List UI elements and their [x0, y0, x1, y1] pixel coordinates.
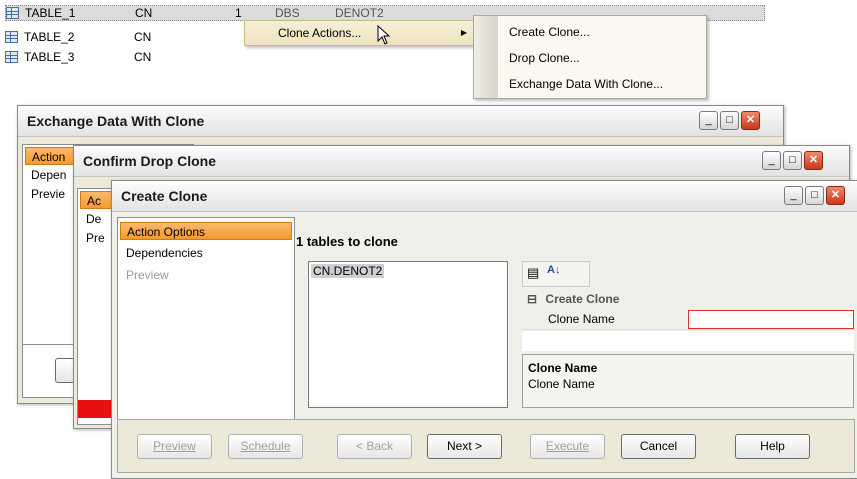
window-title: Create Clone — [121, 188, 208, 204]
title-bar[interactable]: Confirm Drop Clone _ □ ✕ — [74, 146, 849, 177]
table-icon — [5, 31, 18, 43]
button-label: Next > — [446, 439, 482, 453]
description-text: Clone Name — [528, 377, 595, 391]
nav-label: Action — [32, 150, 66, 164]
menu-item-drop-clone[interactable]: Drop Clone... — [474, 47, 706, 69]
table-schema: CN — [134, 30, 152, 44]
cancel-button[interactable]: Cancel — [621, 434, 696, 459]
menu-item-create-clone[interactable]: Create Clone... — [474, 21, 706, 43]
mouse-cursor-icon — [377, 25, 391, 45]
button-label: Cancel — [639, 439, 678, 453]
minimize-icon[interactable]: _ — [784, 186, 803, 205]
property-description: Clone Name Clone Name — [522, 354, 854, 408]
menu-item-clone-actions[interactable]: Clone Actions... ▶ — [245, 22, 473, 44]
submenu-arrow-icon: ▶ — [460, 28, 467, 37]
menu-item-label: Create Clone... — [509, 25, 590, 39]
minimize-icon[interactable]: _ — [699, 111, 718, 130]
maximize-icon[interactable]: □ — [720, 111, 739, 130]
property-empty-row — [522, 331, 854, 351]
table-name: TABLE_3 — [24, 50, 75, 64]
maximize-icon[interactable]: □ — [805, 186, 824, 205]
table-name: TABLE_1 — [25, 6, 76, 20]
button-label: Execute — [545, 439, 590, 453]
table-name: TABLE_2 — [24, 30, 75, 44]
description-title: Clone Name — [528, 361, 598, 375]
table-schema: CN — [135, 6, 153, 20]
property-grid-toolbar: ▤ A↓ — [522, 261, 590, 287]
table-cell: 1 — [235, 6, 242, 20]
maximize-icon[interactable]: □ — [783, 151, 802, 170]
context-menu: Clone Actions... ▶ — [244, 20, 474, 46]
title-bar[interactable]: Exchange Data With Clone _ □ ✕ — [18, 106, 783, 137]
nav-item-dependencies[interactable]: Dependencies — [120, 244, 292, 262]
execute-button[interactable]: Execute — [530, 434, 605, 459]
menu-item-label: Exchange Data With Clone... — [509, 77, 664, 91]
page-heading: 1 tables to clone — [296, 234, 398, 249]
property-row: Clone Name — [522, 310, 854, 330]
preview-button[interactable]: Preview — [137, 434, 212, 459]
sort-alpha-icon[interactable]: A↓ — [547, 264, 560, 276]
nav-label: Previe — [31, 187, 66, 201]
tables-list[interactable]: CN.DENOT2 — [308, 261, 508, 408]
menu-item-label: Clone Actions... — [278, 26, 362, 40]
nav-panel: Action Options Dependencies Preview — [117, 217, 295, 437]
minimize-icon[interactable]: _ — [762, 151, 781, 170]
menu-item-label: Drop Clone... — [509, 51, 580, 65]
button-label: < Back — [355, 439, 394, 453]
nav-label: Depen — [31, 168, 67, 182]
categorized-icon[interactable]: ▤ — [527, 265, 541, 281]
next-button[interactable]: Next > — [427, 434, 502, 459]
close-icon[interactable]: ✕ — [741, 111, 760, 130]
schedule-button[interactable]: Schedule — [228, 434, 303, 459]
table-cell: DBS — [275, 6, 300, 20]
back-button[interactable]: < Back — [337, 434, 412, 459]
menu-item-exchange-data[interactable]: Exchange Data With Clone... — [474, 73, 706, 95]
table-icon — [5, 51, 18, 63]
table-schema: CN — [134, 50, 152, 64]
help-button[interactable]: Help — [735, 434, 810, 459]
list-item[interactable]: CN.DENOT2 — [311, 264, 385, 278]
close-icon[interactable]: ✕ — [826, 186, 845, 205]
property-label: Clone Name — [548, 312, 615, 326]
clone-name-input[interactable] — [688, 310, 854, 329]
nav-label: De — [86, 212, 102, 226]
button-label: Help — [760, 439, 785, 453]
window-title: Confirm Drop Clone — [83, 153, 216, 169]
nav-label: Preview — [126, 268, 169, 282]
nav-label: Pre — [86, 231, 105, 245]
button-label: Schedule — [240, 439, 291, 453]
nav-label: Action Options — [127, 225, 206, 239]
property-group-header[interactable]: ⊟ Create Clone — [527, 292, 619, 306]
property-group-label: Create Clone — [545, 292, 620, 306]
table-icon — [6, 7, 19, 19]
window-title: Exchange Data With Clone — [27, 113, 205, 129]
title-bar[interactable]: Create Clone _ □ ✕ — [112, 181, 857, 212]
button-label: Preview — [153, 439, 196, 453]
nav-label: Ac — [87, 194, 102, 208]
nav-item-action-options[interactable]: Action Options — [120, 222, 292, 240]
create-clone-window: Create Clone _ □ ✕ Action Options Depend… — [111, 180, 857, 479]
button-bar: Preview Schedule < Back Next > Execute C… — [117, 419, 855, 473]
nav-label: Dependencies — [126, 246, 203, 260]
collapse-icon[interactable]: ⊟ — [527, 292, 537, 306]
nav-item-preview: Preview — [120, 266, 292, 284]
clone-submenu: Create Clone... Drop Clone... Exchange D… — [473, 15, 707, 99]
close-icon[interactable]: ✕ — [804, 151, 823, 170]
table-cell: DENOT2 — [335, 6, 384, 20]
